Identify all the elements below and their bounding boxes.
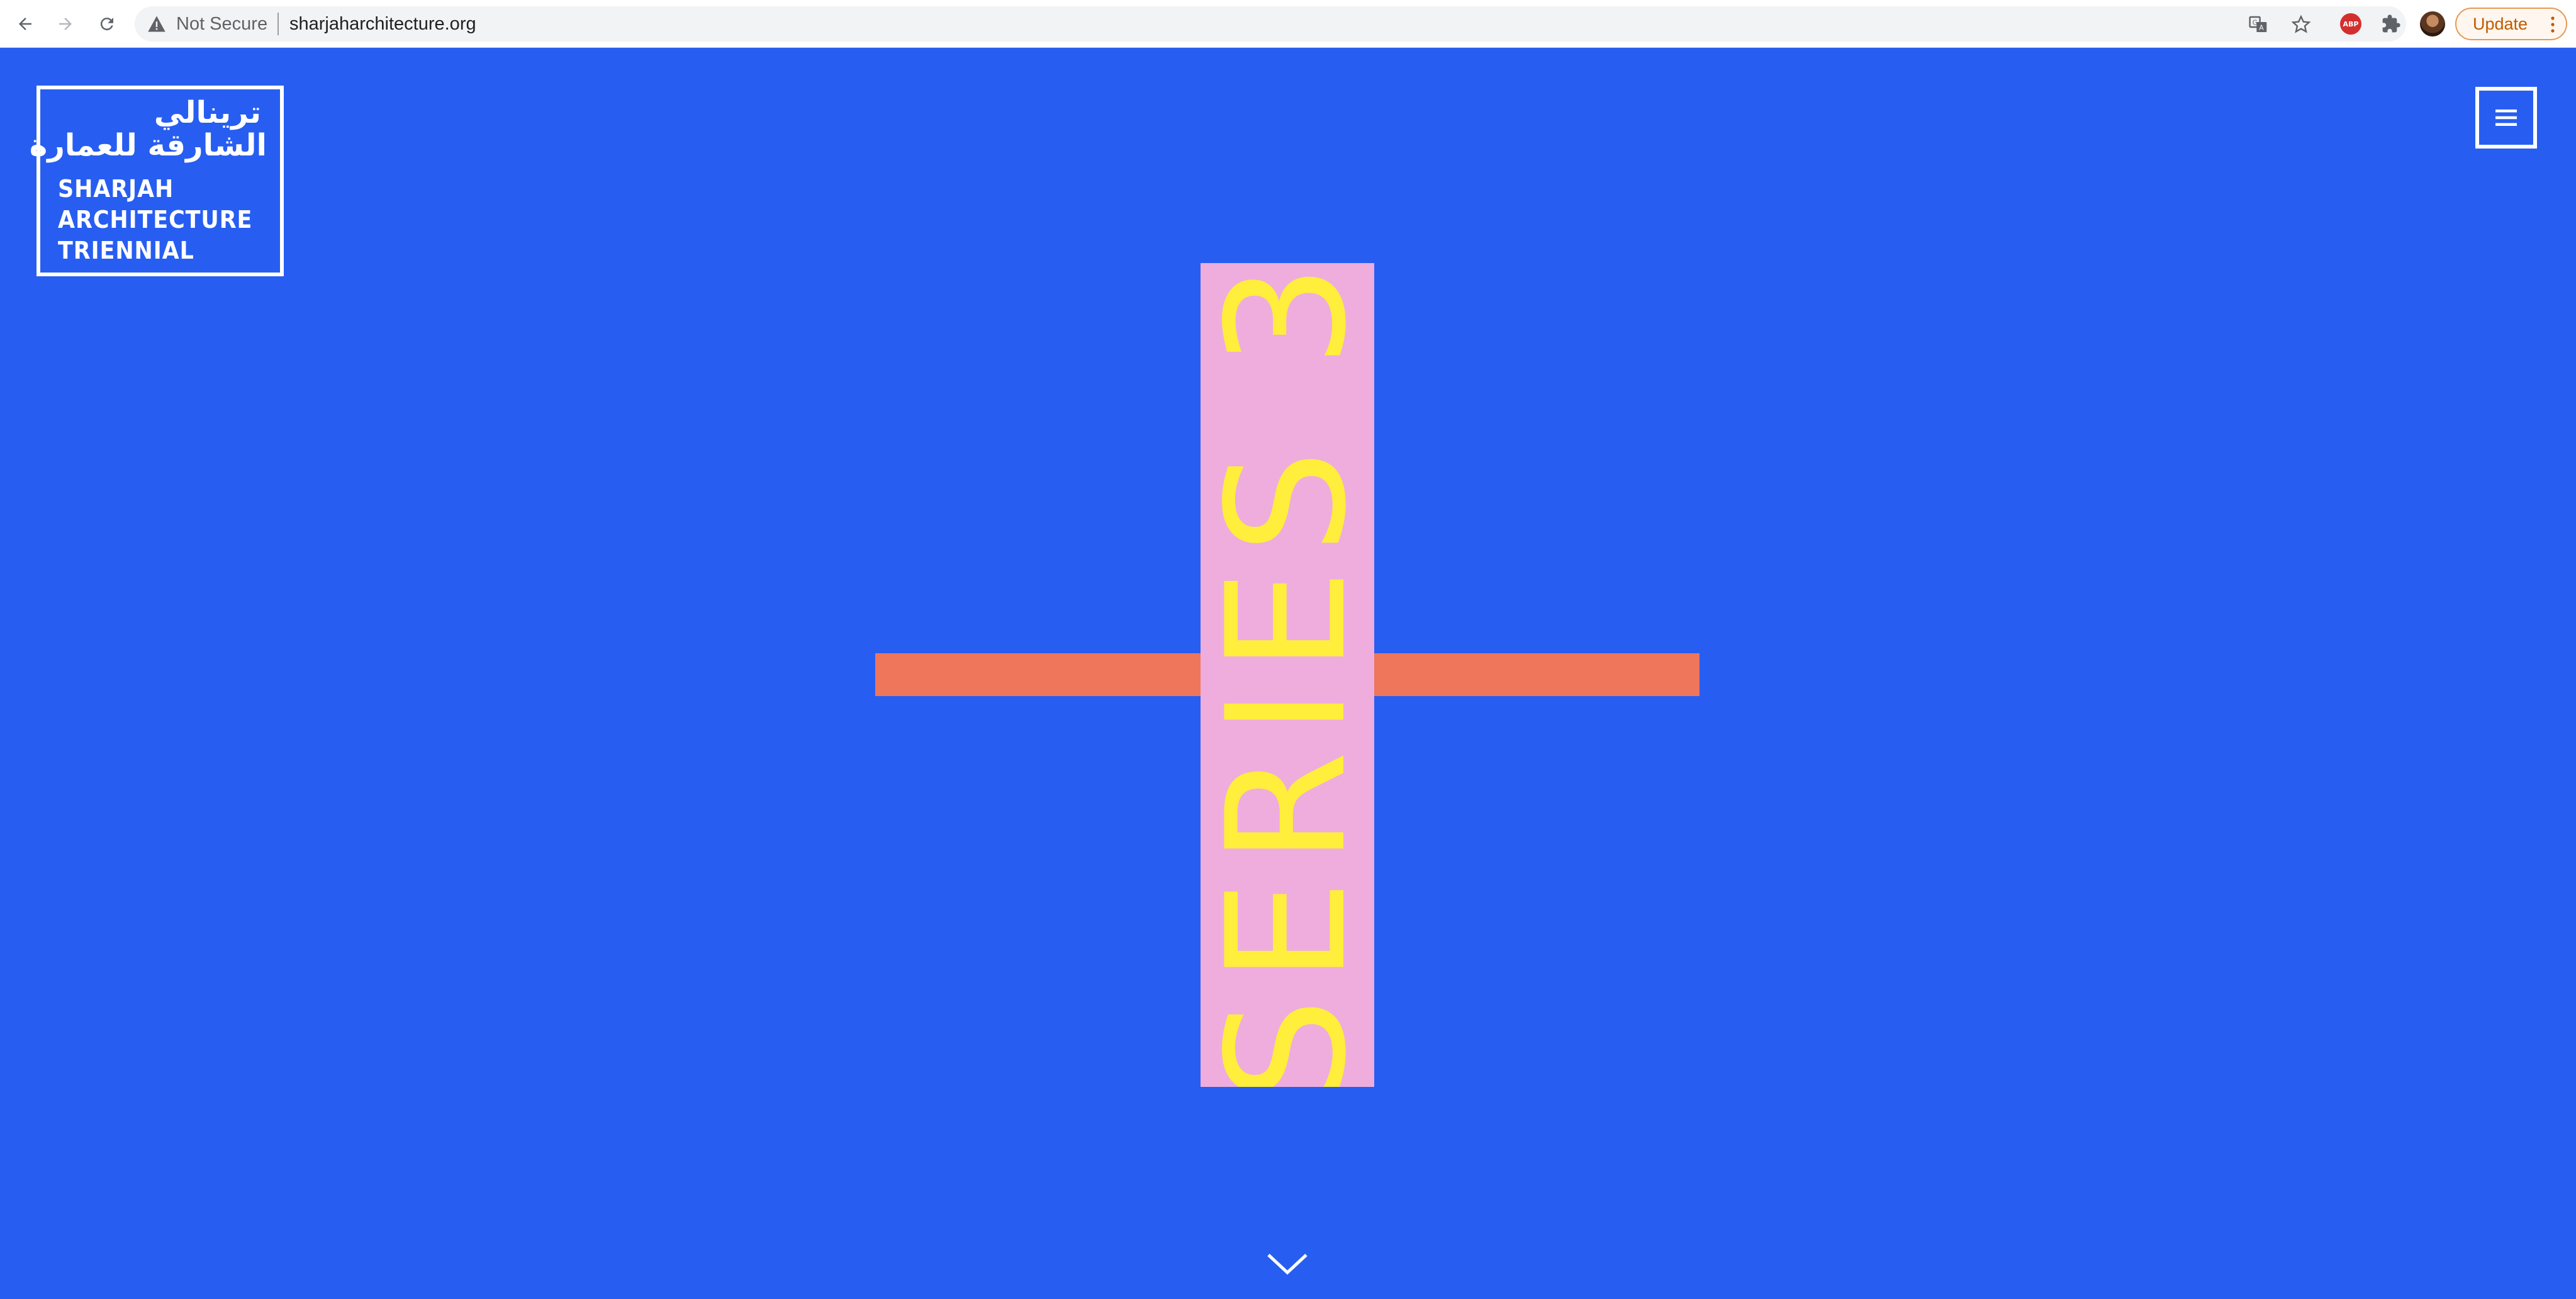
profile-button[interactable] (2417, 9, 2448, 39)
browser-toolbar: Not Secure sharjaharchitecture.org GA AB… (0, 0, 2576, 48)
avatar (2420, 11, 2445, 37)
update-button[interactable]: Update (2455, 8, 2567, 40)
scroll-down-button[interactable] (1265, 1249, 1310, 1280)
more-vert-icon (2551, 16, 2555, 33)
vertical-bar: SERIES 3 (1201, 263, 1374, 1087)
warning-icon (148, 16, 165, 32)
logo-arabic-line-2: الشارقة للعمارة (29, 128, 267, 163)
adblock-extension-button[interactable]: ABP (2336, 9, 2366, 39)
forward-button[interactable] (50, 9, 81, 39)
url-text[interactable]: sharjaharchitecture.org (289, 14, 476, 33)
hamburger-icon (2495, 110, 2517, 126)
forward-arrow-icon (59, 18, 72, 30)
address-bar[interactable]: Not Secure sharjaharchitecture.org GA (135, 6, 2406, 42)
logo-arabic-line-1: ترينالي (154, 95, 261, 130)
security-label[interactable]: Not Secure (176, 14, 267, 33)
adblock-icon: ABP (2340, 13, 2361, 35)
star-icon (2291, 14, 2311, 33)
update-label: Update (2473, 14, 2528, 33)
reload-icon (100, 18, 113, 31)
back-arrow-icon (19, 18, 31, 30)
address-separator (277, 13, 279, 35)
site-logo[interactable]: ترينالي الشارقة للعمارة SHARJAH ARCHITEC… (29, 86, 284, 276)
chevron-down-icon (1267, 1254, 1308, 1275)
menu-button[interactable] (2475, 87, 2537, 149)
bookmark-button[interactable] (2289, 13, 2313, 37)
svg-text:A: A (2259, 24, 2264, 32)
back-button[interactable] (10, 9, 40, 39)
logo-english-line: ARCHITECTURE (58, 206, 253, 233)
extensions-button[interactable] (2376, 9, 2406, 39)
reload-button[interactable] (92, 9, 122, 39)
series-title: SERIES 3 (1201, 263, 1374, 1087)
logo-english-text: SHARJAH ARCHITECTURE TRIENNIAL (58, 174, 252, 266)
logo-english-line: TRIENNIAL (58, 237, 194, 264)
translate-icon: GA (2249, 16, 2267, 32)
translate-button[interactable]: GA (2246, 13, 2270, 37)
logo-english-line: SHARJAH (58, 175, 174, 203)
puzzle-icon (2382, 14, 2400, 33)
